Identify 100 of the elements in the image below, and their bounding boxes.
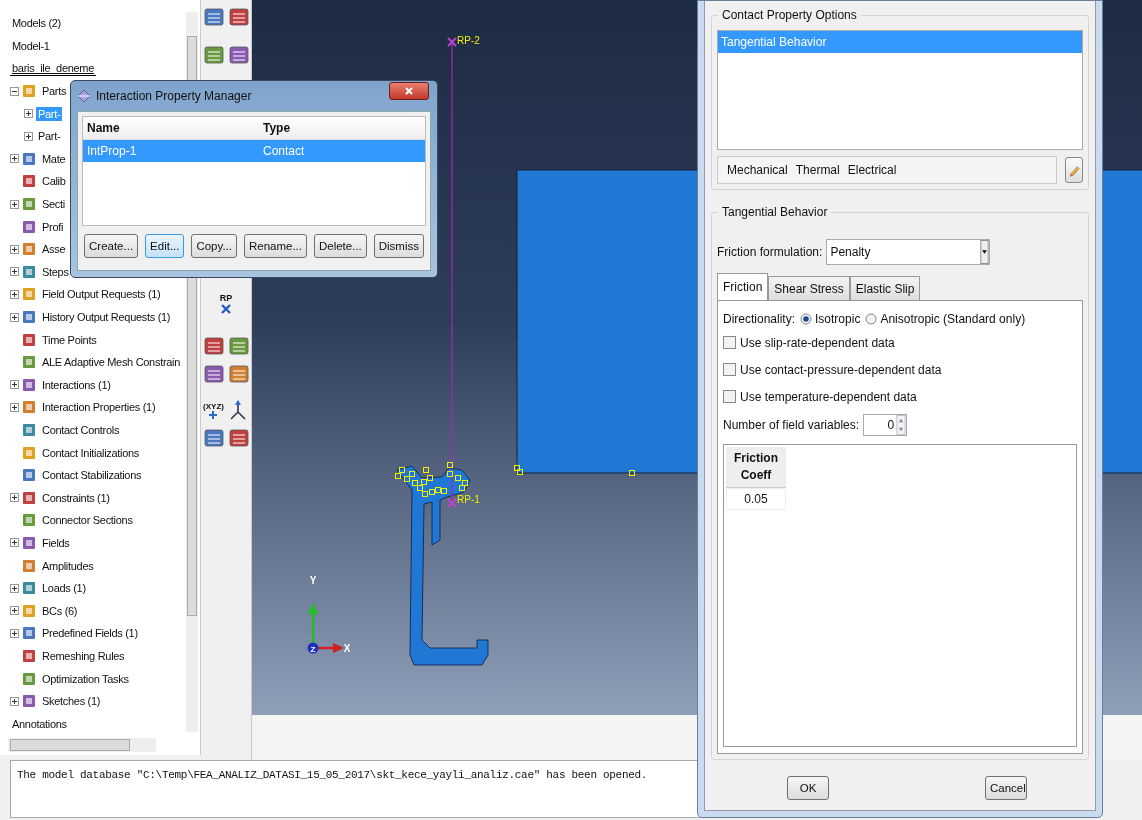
expand-icon[interactable] [10,380,19,390]
horizontal-scrollbar[interactable] [8,738,156,752]
checkbox-option[interactable]: Use slip-rate-dependent data [723,329,1077,356]
radio-button[interactable] [800,313,813,325]
tile-icon [22,513,36,528]
table-cell-text: IntProp-1 [86,144,138,158]
tile-icon [22,174,36,189]
grid-tool-icon[interactable] [227,363,250,385]
spin-box[interactable]: 0 [863,414,908,436]
tree-item[interactable]: Fields [40,535,72,550]
tree-item[interactable]: Interaction Properties (1) [40,400,158,415]
expand-icon[interactable] [10,199,19,209]
tree-item[interactable]: Contact Controls [40,423,122,437]
dropdown[interactable]: Penalty [826,239,991,265]
tree-item[interactable]: Profi [40,219,66,234]
dialog-button[interactable]: Edit... [145,234,185,258]
tree-item[interactable]: Part- [36,129,63,144]
grid-tool-icon[interactable] [202,335,225,357]
tree-item[interactable]: Connector Sections [40,513,135,528]
expand-icon[interactable] [10,312,19,322]
expand-icon[interactable] [10,606,19,616]
tree-item[interactable]: Loads (1) [40,581,88,596]
tile-icon [22,468,36,483]
tab[interactable]: Elastic Slip [849,276,921,300]
expand-icon[interactable] [10,154,19,164]
collapse-icon[interactable] [10,86,19,96]
tree-item[interactable]: History Output Requests (1) [40,310,173,324]
tree-item[interactable]: BCs (6) [40,603,80,618]
reference-point-tool[interactable]: RP [219,294,233,315]
grid-tool-icon[interactable] [202,427,225,449]
tree-item[interactable]: baris_ile_deneme [10,61,97,76]
tree-item[interactable]: Calib [40,174,68,189]
expand-icon[interactable] [10,244,19,254]
grid-tool-icon[interactable] [202,363,225,385]
scrollbar-thumb[interactable] [10,739,130,751]
expand-icon[interactable] [10,289,19,299]
checkbox[interactable] [723,336,736,349]
dialog-button[interactable]: OK [787,776,829,800]
expand-icon[interactable] [10,493,19,503]
dialog-button[interactable]: Cancel [985,776,1027,800]
tree-item[interactable]: Optimization Tasks [40,671,131,686]
tree-item[interactable]: ALE Adaptive Mesh Constrain [40,355,183,370]
tree-item[interactable]: Predefined Fields (1) [40,626,140,641]
expand-icon[interactable] [24,109,33,119]
dialog-button[interactable]: Create... [84,234,139,258]
tile-icon [22,648,36,663]
tree-item[interactable]: Contact Initializations [40,445,142,460]
tree-item[interactable]: Asse [40,242,68,257]
table-cell[interactable]: 0.05 [726,488,786,510]
grid-tool-icon[interactable] [227,6,250,28]
expand-icon[interactable] [10,696,19,706]
expand-icon[interactable] [10,402,19,412]
grid-tool-icon[interactable] [227,44,250,66]
tree-item[interactable]: Interactions (1) [40,377,113,392]
dialog-button[interactable]: Copy... [191,234,237,258]
dialog-button[interactable]: Dismiss [373,234,424,258]
tree-item[interactable]: Steps [40,264,71,279]
radio-option[interactable]: Anisotropic (Standard only) [865,312,1026,326]
tree-item[interactable]: Annotations [10,716,69,731]
tree-item[interactable]: Amplitudes [40,558,96,573]
expand-icon[interactable] [10,538,19,548]
tab[interactable]: Friction [717,273,769,300]
tile-icon [22,310,36,324]
radio-option[interactable]: Isotropic [800,312,861,326]
grid-tool-icon[interactable] [202,6,225,28]
menu-item[interactable]: Mechanical [723,163,792,177]
column-header[interactable]: Type [259,121,425,135]
tree-item[interactable]: Remeshing Rules [40,648,127,663]
grid-tool-icon[interactable] [227,427,250,449]
grid-tool-icon[interactable] [227,335,250,357]
tree-item[interactable]: Mate [40,151,68,166]
tree-item[interactable]: Contact Stabilizations [40,468,144,483]
datum-point-tool[interactable]: (XYZ) [203,401,224,419]
menu-item[interactable]: Electrical [843,163,901,177]
tree-item[interactable]: Secti [40,197,67,212]
checkbox-option[interactable]: Use temperature-dependent data [723,383,1077,410]
expand-icon[interactable] [10,583,19,593]
dialog-button[interactable]: Delete... [313,234,367,258]
tile-icon [22,332,36,347]
reference-point-marker [447,37,457,47]
column-header[interactable]: Name [83,121,259,135]
expand-icon[interactable] [10,628,19,638]
close-button[interactable] [389,82,429,100]
tree-item[interactable]: Sketches (1) [40,694,103,709]
expand-icon[interactable] [10,267,19,277]
checkbox[interactable] [723,390,736,403]
expand-icon[interactable] [24,131,33,141]
radio-button[interactable] [865,313,878,325]
tree-item[interactable]: Models (2) [10,16,63,31]
menu-item[interactable]: Thermal [791,163,844,177]
dialog-button[interactable]: Rename... [243,234,307,258]
tree-item[interactable]: Parts [40,84,69,99]
tree-item[interactable]: Time Points [40,332,99,347]
checkbox[interactable] [723,363,736,376]
tree-item[interactable]: Model-1 [10,38,52,53]
grid-tool-icon[interactable] [202,44,225,66]
tree-item[interactable]: Constraints (1) [40,490,112,505]
tab[interactable]: Shear Stress [768,276,850,300]
checkbox-option[interactable]: Use contact-pressure-dependent data [723,356,1077,383]
tree-item[interactable]: Field Output Requests (1) [40,287,163,302]
